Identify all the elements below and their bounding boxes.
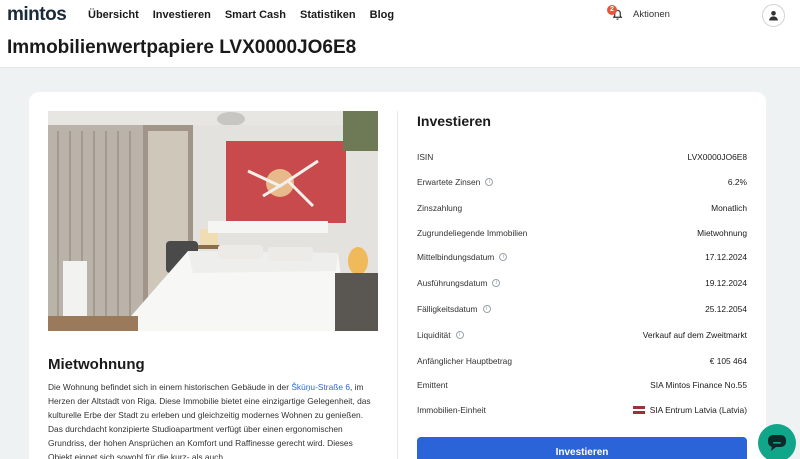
detail-label-text: Mittelbindungsdatum [417,252,495,262]
detail-label-text: Liquidität [417,330,451,340]
detail-label: ISIN [417,152,433,162]
detail-label: Ausführungsdatum i [417,278,501,288]
main-nav: Übersicht Investieren Smart Cash Statist… [88,9,394,21]
detail-label-text: Emittent [417,380,448,390]
detail-value: Mietwohnung [697,228,747,238]
nav-item-smart-cash[interactable]: Smart Cash [225,9,286,21]
mintos-logo[interactable]: mintos [7,4,67,26]
actions-button[interactable]: 2 Aktionen [607,5,670,23]
detail-value: 17.12.2024 [705,252,747,262]
info-icon[interactable]: i [455,331,464,339]
detail-row-commitment-date: Mittelbindungsdatum i 17.12.2024 [417,247,747,267]
detail-label-text: Immobilien-Einheit [417,405,486,415]
detail-label-text: Fälligkeitsdatum [417,304,478,314]
street-address-link[interactable]: Škūņu-Straße 6 [291,382,350,392]
detail-value: Monatlich [711,203,747,213]
detail-label: Zinszahlung [417,203,462,213]
invest-button[interactable]: Investieren [417,437,747,459]
detail-label: Emittent [417,380,448,390]
page-title: Immobilienwertpapiere LVX0000JO6E8 [7,37,357,58]
detail-row-liquidity: Liquidität i Verkauf auf dem Zweitmarkt [417,325,747,345]
column-divider [397,111,398,459]
detail-label-text: Erwartete Zinsen [417,177,481,187]
description-text-rest: , im Herzen der Altstadt von Riga. Diese… [48,382,371,459]
info-icon[interactable]: i [482,305,491,313]
detail-value: SIA Entrum Latvia (Latvia) [632,405,747,415]
detail-value-text: SIA Entrum Latvia (Latvia) [649,405,747,415]
detail-value: SIA Mintos Finance No.55 [650,380,747,390]
detail-value: LVX0000JO6E8 [687,152,747,162]
detail-row-interest-payment: Zinszahlung Monatlich [417,198,747,218]
detail-row-expected-interest: Erwartete Zinsen i 6.2% [417,172,747,192]
detail-label-text: Zugrundeliegende Immobilien [417,228,528,238]
invest-section-title: Investieren [417,113,491,129]
property-title: Mietwohnung [48,356,145,373]
nav-item-statistiken[interactable]: Statistiken [300,9,356,21]
latvia-flag-icon [632,406,645,414]
chat-button[interactable] [758,424,796,459]
detail-label: Mittelbindungsdatum i [417,252,508,262]
detail-row-issuer: Emittent SIA Mintos Finance No.55 [417,375,747,395]
detail-label: Immobilien-Einheit [417,405,486,415]
detail-label-text: Anfänglicher Hauptbetrag [417,356,512,366]
bell-icon: 2 [607,5,625,22]
detail-value: € 105 464 [709,356,747,366]
nav-item-investieren[interactable]: Investieren [153,9,211,21]
detail-row-property-entity: Immobilien-Einheit SIA Entrum Latvia (La… [417,400,747,420]
nav-item-blog[interactable]: Blog [370,9,394,21]
detail-value: 25.12.2054 [705,304,747,314]
detail-row-execution-date: Ausführungsdatum i 19.12.2024 [417,273,747,293]
detail-label-text: ISIN [417,152,434,162]
detail-label-text: Ausführungsdatum [417,278,488,288]
detail-row-initial-principal: Anfänglicher Hauptbetrag € 105 464 [417,351,747,371]
actions-label: Aktionen [633,8,670,20]
description-text-start: Die Wohnung befindet sich in einem histo… [48,382,292,392]
property-photo [48,111,378,331]
detail-value: 19.12.2024 [705,278,747,288]
detail-label: Erwartete Zinsen i [417,177,494,187]
detail-row-underlying-property: Zugrundeliegende Immobilien Mietwohnung [417,223,747,243]
info-icon[interactable]: i [492,279,501,287]
info-icon[interactable]: i [485,178,494,186]
detail-label: Liquidität i [417,330,464,340]
chat-bubble-icon [768,435,786,451]
detail-label: Zugrundeliegende Immobilien [417,228,527,238]
detail-label: Fälligkeitsdatum i [417,304,491,314]
user-avatar[interactable] [762,4,785,27]
detail-row-isin: ISIN LVX0000JO6E8 [417,147,747,167]
info-icon[interactable]: i [499,253,508,261]
user-icon [769,11,778,21]
detail-value: 6.2% [727,177,747,187]
top-navigation-bar: mintos Übersicht Investieren Smart Cash … [0,0,800,30]
detail-label-text: Zinszahlung [417,203,463,213]
property-description: Die Wohnung befindet sich in einem histo… [48,380,378,459]
detail-value: Verkauf auf dem Zweitmarkt [642,330,747,340]
notification-badge: 2 [607,5,617,15]
page-header: Immobilienwertpapiere LVX0000JO6E8 [0,30,800,68]
nav-item-uebersicht[interactable]: Übersicht [88,9,139,21]
detail-label: Anfänglicher Hauptbetrag [417,356,512,366]
detail-row-maturity-date: Fälligkeitsdatum i 25.12.2054 [417,299,747,319]
